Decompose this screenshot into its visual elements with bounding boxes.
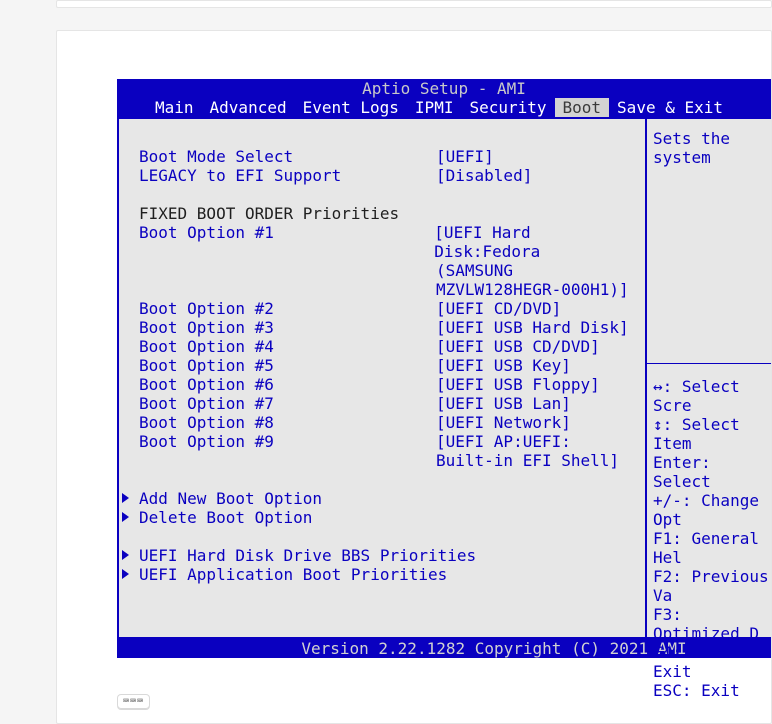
submenu-uefi-application-boot-priorities[interactable]: UEFI Application Boot Priorities — [119, 565, 645, 584]
option-label: Boot Option #2 — [139, 299, 436, 318]
option-legacy-efi[interactable]: LEGACY to EFI Support [Disabled] — [139, 166, 645, 185]
option-value: [UEFI USB Lan] — [436, 394, 571, 413]
section-heading: FIXED BOOT ORDER Priorities — [139, 204, 645, 223]
menu-tab-security[interactable]: Security — [461, 98, 554, 117]
viewer-card: Aptio Setup - AMI MainAdvancedEvent Logs… — [56, 30, 772, 724]
option-boot-9[interactable]: Boot Option #9[UEFI AP:UEFI: — [139, 432, 645, 451]
menu-tab-save-exit[interactable]: Save & Exit — [609, 98, 731, 117]
option-value: [UEFI] — [436, 147, 494, 166]
help-key-line: F4: Save & Exit — [653, 643, 771, 681]
menu-tab-boot[interactable]: Boot — [555, 98, 610, 117]
option-label — [139, 280, 436, 299]
help-key-line: F3: Optimized D — [653, 605, 771, 643]
menu-tab-ipmi[interactable]: IPMI — [407, 98, 462, 117]
help-key-line: Enter: Select — [653, 453, 771, 491]
help-key-list: ↔: Select Scre↕: Select ItemEnter: Selec… — [653, 377, 771, 700]
option-value: [UEFI Hard Disk:Fedora — [434, 223, 645, 261]
help-separator — [647, 363, 771, 364]
option-value: [UEFI AP:UEFI: — [436, 432, 571, 451]
option-label — [139, 261, 436, 280]
option-boot-6[interactable]: Boot Option #6[UEFI USB Floppy] — [139, 375, 645, 394]
bios-header: Aptio Setup - AMI MainAdvancedEvent Logs… — [117, 79, 771, 117]
option-value: [UEFI USB CD/DVD] — [436, 337, 600, 356]
help-key-line: F2: Previous Va — [653, 567, 771, 605]
submenu-delete-boot-option[interactable]: Delete Boot Option — [119, 508, 645, 527]
option-label: Boot Option #5 — [139, 356, 436, 375]
help-key-line: ↔: Select Scre — [653, 377, 771, 415]
option-label: Boot Option #3 — [139, 318, 436, 337]
submenu-add-new-boot-option[interactable]: Add New Boot Option — [119, 489, 645, 508]
menu-tab-advanced[interactable]: Advanced — [202, 98, 295, 117]
option-boot-9: Built-in EFI Shell] — [139, 451, 645, 470]
help-description: Sets the system — [653, 129, 771, 167]
bios-main-panel: Boot Mode Select [UEFI] LEGACY to EFI Su… — [117, 117, 647, 639]
option-label — [139, 451, 436, 470]
card-edge-top — [56, 0, 772, 8]
option-value: [Disabled] — [436, 166, 532, 185]
bios-help-panel: Sets the system ↔: Select Scre↕: Select … — [647, 117, 771, 639]
option-value: (SAMSUNG — [436, 261, 513, 280]
option-boot-2[interactable]: Boot Option #2[UEFI CD/DVD] — [139, 299, 645, 318]
bios-screen: Aptio Setup - AMI MainAdvancedEvent Logs… — [117, 79, 771, 658]
option-boot-5[interactable]: Boot Option #5[UEFI USB Key] — [139, 356, 645, 375]
option-boot-1[interactable]: Boot Option #1[UEFI Hard Disk:Fedora — [139, 223, 645, 261]
option-value: [UEFI CD/DVD] — [436, 299, 561, 318]
menu-tab-event-logs[interactable]: Event Logs — [295, 98, 407, 117]
bios-body: Boot Mode Select [UEFI] LEGACY to EFI Su… — [117, 117, 771, 639]
help-key-line: ESC: Exit — [653, 681, 771, 700]
option-label: Boot Option #1 — [139, 223, 434, 261]
option-value: Built-in EFI Shell] — [436, 451, 619, 470]
option-label: Boot Option #7 — [139, 394, 436, 413]
option-value: [UEFI USB Key] — [436, 356, 571, 375]
help-key-line: ↕: Select Item — [653, 415, 771, 453]
virtual-keyboard-button[interactable]: ⌨⌨⌨ — [117, 694, 150, 709]
option-label: LEGACY to EFI Support — [139, 166, 436, 185]
spacer — [139, 527, 645, 546]
option-label: Boot Option #8 — [139, 413, 436, 432]
option-boot-7[interactable]: Boot Option #7[UEFI USB Lan] — [139, 394, 645, 413]
option-label: Boot Option #4 — [139, 337, 436, 356]
option-label: Boot Option #9 — [139, 432, 436, 451]
option-boot-1: (SAMSUNG — [139, 261, 645, 280]
submenu-uefi-hard-disk-drive-bbs-priorities[interactable]: UEFI Hard Disk Drive BBS Priorities — [119, 546, 645, 565]
option-label: Boot Mode Select — [139, 147, 436, 166]
option-value: [UEFI USB Floppy] — [436, 375, 600, 394]
option-value: [UEFI USB Hard Disk] — [436, 318, 629, 337]
option-boot-mode[interactable]: Boot Mode Select [UEFI] — [139, 147, 645, 166]
option-value: [UEFI Network] — [436, 413, 571, 432]
help-key-line: +/-: Change Opt — [653, 491, 771, 529]
bios-title: Aptio Setup - AMI — [117, 79, 771, 98]
help-key-line: F1: General Hel — [653, 529, 771, 567]
menu-tab-main[interactable]: Main — [147, 98, 202, 117]
option-label: Boot Option #6 — [139, 375, 436, 394]
option-boot-1: MZVLW128HEGR-000H1)] — [139, 280, 645, 299]
bios-menu-bar: MainAdvancedEvent LogsIPMISecurityBootSa… — [117, 98, 771, 117]
option-boot-8[interactable]: Boot Option #8[UEFI Network] — [139, 413, 645, 432]
option-value: MZVLW128HEGR-000H1)] — [436, 280, 629, 299]
option-boot-4[interactable]: Boot Option #4[UEFI USB CD/DVD] — [139, 337, 645, 356]
keyboard-icon: ⌨⌨⌨ — [123, 696, 144, 707]
option-boot-3[interactable]: Boot Option #3[UEFI USB Hard Disk] — [139, 318, 645, 337]
